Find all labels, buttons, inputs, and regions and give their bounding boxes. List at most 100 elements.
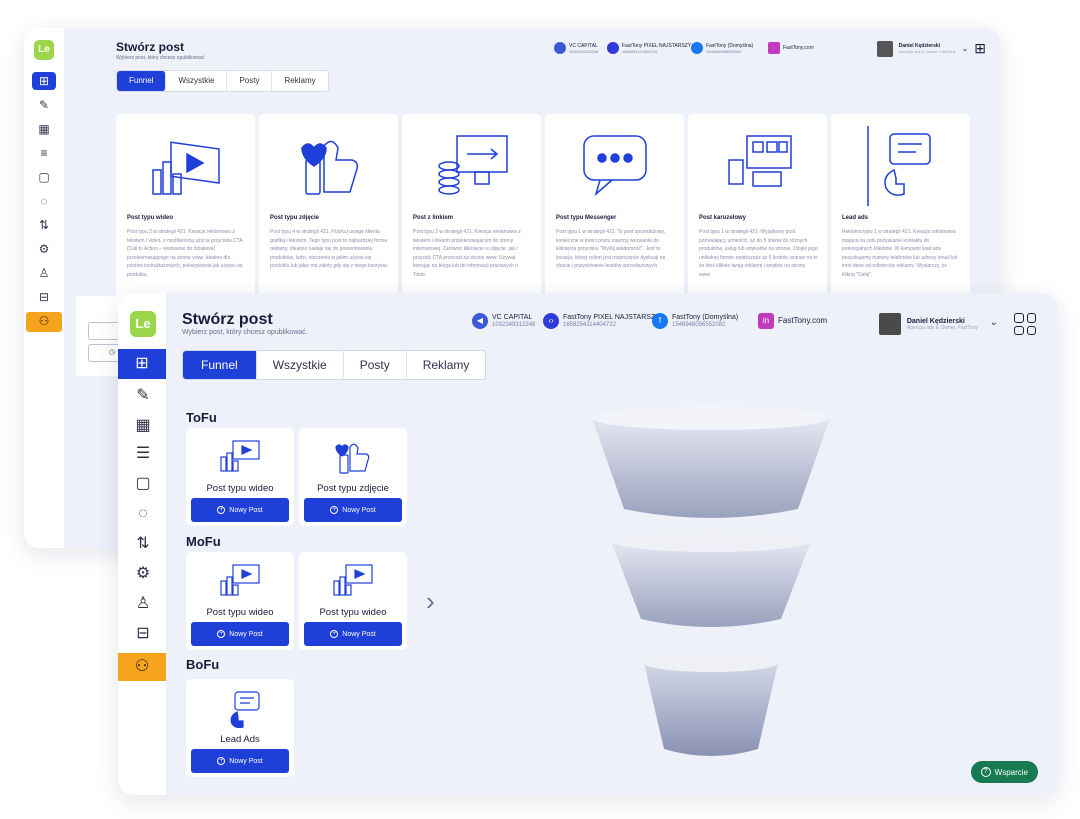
card-title: Post typu zdjęcie bbox=[317, 483, 389, 494]
sidebar: Le ⊞ ✎ ▦ ☰ ▢ ◌ ⇅ ⚙ ♙ ⊟ ⚇ bbox=[118, 293, 166, 795]
account-id: 1032349312248 bbox=[492, 321, 536, 328]
account-name: FastTony (Domyślna) bbox=[672, 313, 739, 321]
account-fasttony[interactable]: FastTony (Domyślna) 1546948056552082 bbox=[691, 42, 753, 54]
settings-icon[interactable]: ⚙ bbox=[132, 563, 154, 585]
new-post-button[interactable]: + Nowy Post bbox=[304, 498, 402, 522]
monitor-link-illustration-icon bbox=[402, 122, 541, 210]
chat-icon[interactable]: ◌ bbox=[132, 503, 154, 525]
account-id: 1546948056552082 bbox=[706, 48, 742, 54]
tab-wszystkie[interactable]: Wszystkie bbox=[166, 71, 228, 91]
tab-wszystkie[interactable]: Wszystkie bbox=[257, 351, 344, 379]
apps-grid-icon[interactable] bbox=[1014, 313, 1036, 335]
avatar bbox=[878, 313, 901, 335]
account-fasttony-com[interactable]: in FastTony.com bbox=[758, 313, 827, 329]
card-description: Post typu 2 w strategii 421. Kreacja rek… bbox=[127, 229, 243, 278]
settings-icon[interactable]: ⚙ bbox=[32, 240, 56, 258]
calendar-icon[interactable]: ▦ bbox=[32, 120, 56, 138]
card-description: Reklama typu 1 w strategii 421. Kreacja … bbox=[842, 229, 958, 278]
team-icon[interactable]: ⚇ bbox=[26, 312, 62, 332]
tab-posty[interactable]: Posty bbox=[227, 71, 273, 91]
page-subtitle: Wybierz post, który chcesz opublikować. bbox=[116, 55, 206, 61]
account-id: 1032349312248 bbox=[569, 48, 598, 54]
code-icon: ‹› bbox=[543, 313, 559, 329]
briefcase-icon[interactable]: ⊟ bbox=[132, 623, 154, 645]
user-menu[interactable]: Daniel Kędzierski Agencja ads & Owner, Fa… bbox=[876, 40, 986, 57]
stage-label-tofu: ToFu bbox=[186, 410, 217, 425]
button-label: Nowy Post bbox=[229, 506, 263, 514]
support-button[interactable]: ? Wsparcie bbox=[970, 761, 1038, 783]
account-vc-capital[interactable]: VC CAPITAL 1032349312248 bbox=[554, 42, 598, 54]
account-name: FastTony.com bbox=[783, 45, 814, 51]
card-title: Post typu wideo bbox=[127, 215, 174, 221]
sort-icon[interactable]: ⇅ bbox=[132, 533, 154, 555]
account-name: VC CAPITAL bbox=[569, 42, 598, 49]
account-vc-capital[interactable]: ◀ VC CAPITAL 1032349312248 bbox=[472, 313, 535, 329]
code-icon bbox=[607, 42, 619, 54]
calendar-icon[interactable]: ▦ bbox=[132, 415, 154, 437]
sort-icon[interactable]: ⇅ bbox=[32, 216, 56, 234]
tab-reklamy[interactable]: Reklamy bbox=[407, 351, 486, 379]
plus-icon: + bbox=[330, 630, 339, 638]
user-icon[interactable]: ♙ bbox=[32, 264, 56, 282]
secondary-button[interactable] bbox=[88, 322, 120, 340]
comment-icon[interactable]: ▢ bbox=[32, 168, 56, 186]
card-title: Post typu wideo bbox=[206, 483, 274, 494]
account-fasttony-com[interactable]: FastTony.com bbox=[768, 42, 814, 54]
account-fasttony[interactable]: f FastTony (Domyślna) 1546948056552082 bbox=[652, 313, 738, 329]
tofu-card-photo: Post typu zdjęcie + Nowy Post bbox=[299, 428, 407, 526]
thumbs-up-illustration-icon bbox=[299, 434, 407, 480]
user-menu[interactable]: Daniel Kędzierski Agencja ads & Owner, Fa… bbox=[878, 313, 978, 335]
comment-icon[interactable]: ▢ bbox=[132, 473, 154, 495]
chat-icon[interactable]: ◌ bbox=[32, 192, 56, 210]
chevron-down-icon[interactable]: ⌄ bbox=[962, 44, 969, 53]
background-card-fragment: ◷ bbox=[76, 296, 120, 376]
chevron-right-icon[interactable]: › bbox=[426, 586, 435, 617]
plus-icon: + bbox=[217, 506, 226, 514]
video-illustration-icon bbox=[186, 434, 294, 480]
tab-reklamy[interactable]: Reklamy bbox=[272, 71, 327, 91]
chevron-down-icon[interactable]: ⌄ bbox=[990, 317, 998, 328]
new-post-button[interactable]: + Nowy Post bbox=[191, 498, 289, 522]
video-illustration-icon bbox=[116, 122, 255, 210]
funnel-top-tofu bbox=[592, 406, 830, 518]
funnel-illustration bbox=[592, 406, 830, 756]
account-pixel[interactable]: FastTony PIXEL NAJSTARSZY 165825411440472… bbox=[607, 42, 691, 54]
megaphone-icon: ◀ bbox=[472, 313, 488, 329]
plus-icon: + bbox=[330, 506, 339, 514]
account-id: 1658254114404722 bbox=[563, 321, 616, 328]
mofu-card-video: Post typu wideo + Nowy Post bbox=[186, 552, 294, 650]
tab-posty[interactable]: Posty bbox=[344, 351, 407, 379]
megaphone-icon bbox=[554, 42, 566, 54]
create-post-icon[interactable]: ⊞ bbox=[32, 72, 56, 90]
lead-ads-illustration-icon bbox=[186, 685, 294, 731]
app-logo: Le bbox=[130, 311, 156, 337]
tofu-card-video: Post typu wideo + Nowy Post bbox=[186, 428, 294, 526]
lead-ads-illustration-icon bbox=[831, 122, 970, 210]
new-post-button[interactable]: + Nowy Post bbox=[191, 749, 289, 773]
tab-funnel[interactable]: Funnel bbox=[183, 351, 257, 379]
tab-funnel[interactable]: Funnel bbox=[117, 71, 167, 91]
edit-icon[interactable]: ✎ bbox=[132, 385, 154, 407]
user-role: Agencja ads & Owner, FastTony bbox=[906, 324, 978, 331]
account-pixel[interactable]: ‹› FastTony PIXEL NAJSTARSZY 165825411440… bbox=[543, 313, 660, 329]
clock-icon[interactable]: ◷ bbox=[88, 344, 120, 362]
briefcase-icon[interactable]: ⊟ bbox=[32, 288, 56, 306]
main-content: Stwórz post Wybierz post, który chcesz o… bbox=[166, 293, 1058, 795]
list-icon[interactable]: ☰ bbox=[132, 443, 154, 465]
card-title: Post typu wideo bbox=[319, 607, 387, 618]
edit-icon[interactable]: ✎ bbox=[32, 96, 56, 114]
apps-grid-icon[interactable]: ⊞ bbox=[974, 40, 986, 57]
account-name: FastTony (Domyślna) bbox=[706, 42, 754, 49]
bofu-card-lead-ads: Lead Ads + Nowy Post bbox=[186, 679, 294, 777]
account-name: FastTony.com bbox=[778, 316, 828, 325]
new-post-button[interactable]: + Nowy Post bbox=[304, 622, 402, 646]
card-description: Post typu 1 w strategii 421. To post spr… bbox=[556, 229, 666, 269]
create-post-icon[interactable]: ⊞ bbox=[118, 349, 166, 379]
list-icon[interactable]: ≡ bbox=[32, 144, 56, 162]
mofu-card-video-2: Post typu wideo + Nowy Post bbox=[299, 552, 407, 650]
user-icon[interactable]: ♙ bbox=[132, 593, 154, 615]
stage-label-mofu: MoFu bbox=[186, 534, 221, 549]
new-post-button[interactable]: + Nowy Post bbox=[191, 622, 289, 646]
team-icon[interactable]: ⚇ bbox=[118, 653, 166, 681]
page-subtitle: Wybierz post, który chcesz opublikować. bbox=[182, 329, 308, 336]
